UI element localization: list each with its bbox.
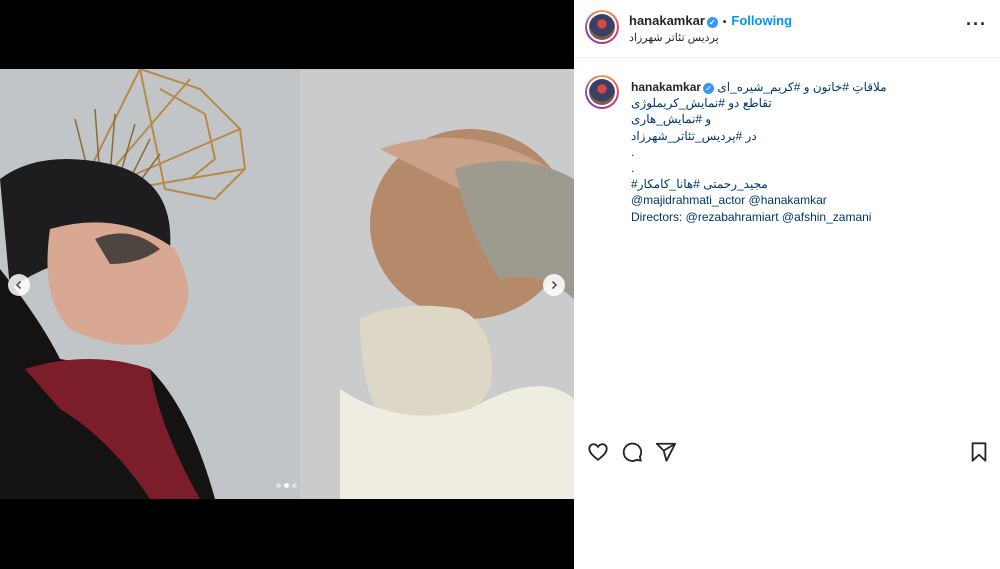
carousel-indicator	[276, 483, 297, 488]
next-photo-button[interactable]	[543, 274, 565, 296]
verified-badge-icon: ✓	[706, 17, 718, 28]
caption-line[interactable]: مجید_رحمتی #هانا_کامکار#	[631, 176, 961, 192]
comment-button[interactable]	[621, 441, 643, 463]
caption-directors[interactable]: Directors: @rezabahramiart @afshin_zaman…	[631, 209, 961, 225]
verified-badge-icon: ✓	[703, 83, 715, 94]
caption-line: .	[631, 161, 635, 176]
media-panel	[0, 0, 574, 569]
post-photo-illustration	[0, 69, 574, 499]
author-line: hanakamkar ✓ • Following	[629, 13, 792, 28]
following-button[interactable]: Following	[731, 13, 792, 28]
comment-icon	[622, 442, 643, 462]
share-icon	[655, 442, 677, 462]
caption-line[interactable]: تقاطع دو #نمایش_کریملوژی	[631, 95, 961, 111]
caption-text: hanakamkar ✓ ملاقاتِ #خاتون و #کریم_شیره_…	[631, 79, 961, 225]
post-caption: hanakamkar ✓ ملاقاتِ #خاتون و #کریم_شیره_…	[574, 58, 1000, 224]
post-location[interactable]: پردیس تئاتر شهرزاد	[629, 31, 719, 44]
post-header: hanakamkar ✓ • Following پردیس تئاتر شهرزاد…	[574, 0, 1000, 58]
more-options-button[interactable]: ···	[966, 15, 987, 33]
like-button[interactable]	[587, 441, 609, 463]
post-side-panel: hanakamkar ✓ • Following پردیس تئاتر شهرزاد…	[574, 0, 1000, 569]
post-actions	[574, 437, 1000, 467]
post-photo	[0, 69, 574, 499]
previous-photo-button[interactable]	[8, 274, 30, 296]
carousel-dot	[292, 483, 297, 488]
caption-line: .	[631, 144, 635, 159]
chevron-left-icon	[15, 280, 22, 290]
heart-icon	[588, 443, 608, 461]
caption-line[interactable]: و #نمایش_هاری	[631, 111, 961, 127]
bookmark-icon	[971, 442, 987, 462]
author-avatar[interactable]	[585, 10, 619, 44]
share-button[interactable]	[655, 441, 677, 463]
carousel-dot	[276, 483, 281, 488]
chevron-right-icon	[551, 280, 558, 290]
author-username[interactable]: hanakamkar	[629, 13, 705, 28]
caption-mentions[interactable]: @majidrahmati_actor @hanakamkar	[631, 192, 961, 208]
caption-avatar[interactable]	[585, 75, 619, 109]
caption-line[interactable]: در #پردیس_تئاتر_شهرزاد	[631, 128, 961, 144]
separator-dot: •	[722, 17, 727, 28]
instagram-post-modal: hanakamkar ✓ • Following پردیس تئاتر شهرزاد…	[0, 0, 1000, 569]
save-button[interactable]	[968, 441, 990, 463]
carousel-dot-active	[284, 483, 289, 488]
caption-line[interactable]: ملاقاتِ #خاتون و #کریم_شیره_ای	[717, 80, 886, 94]
caption-username[interactable]: hanakamkar	[631, 80, 701, 94]
